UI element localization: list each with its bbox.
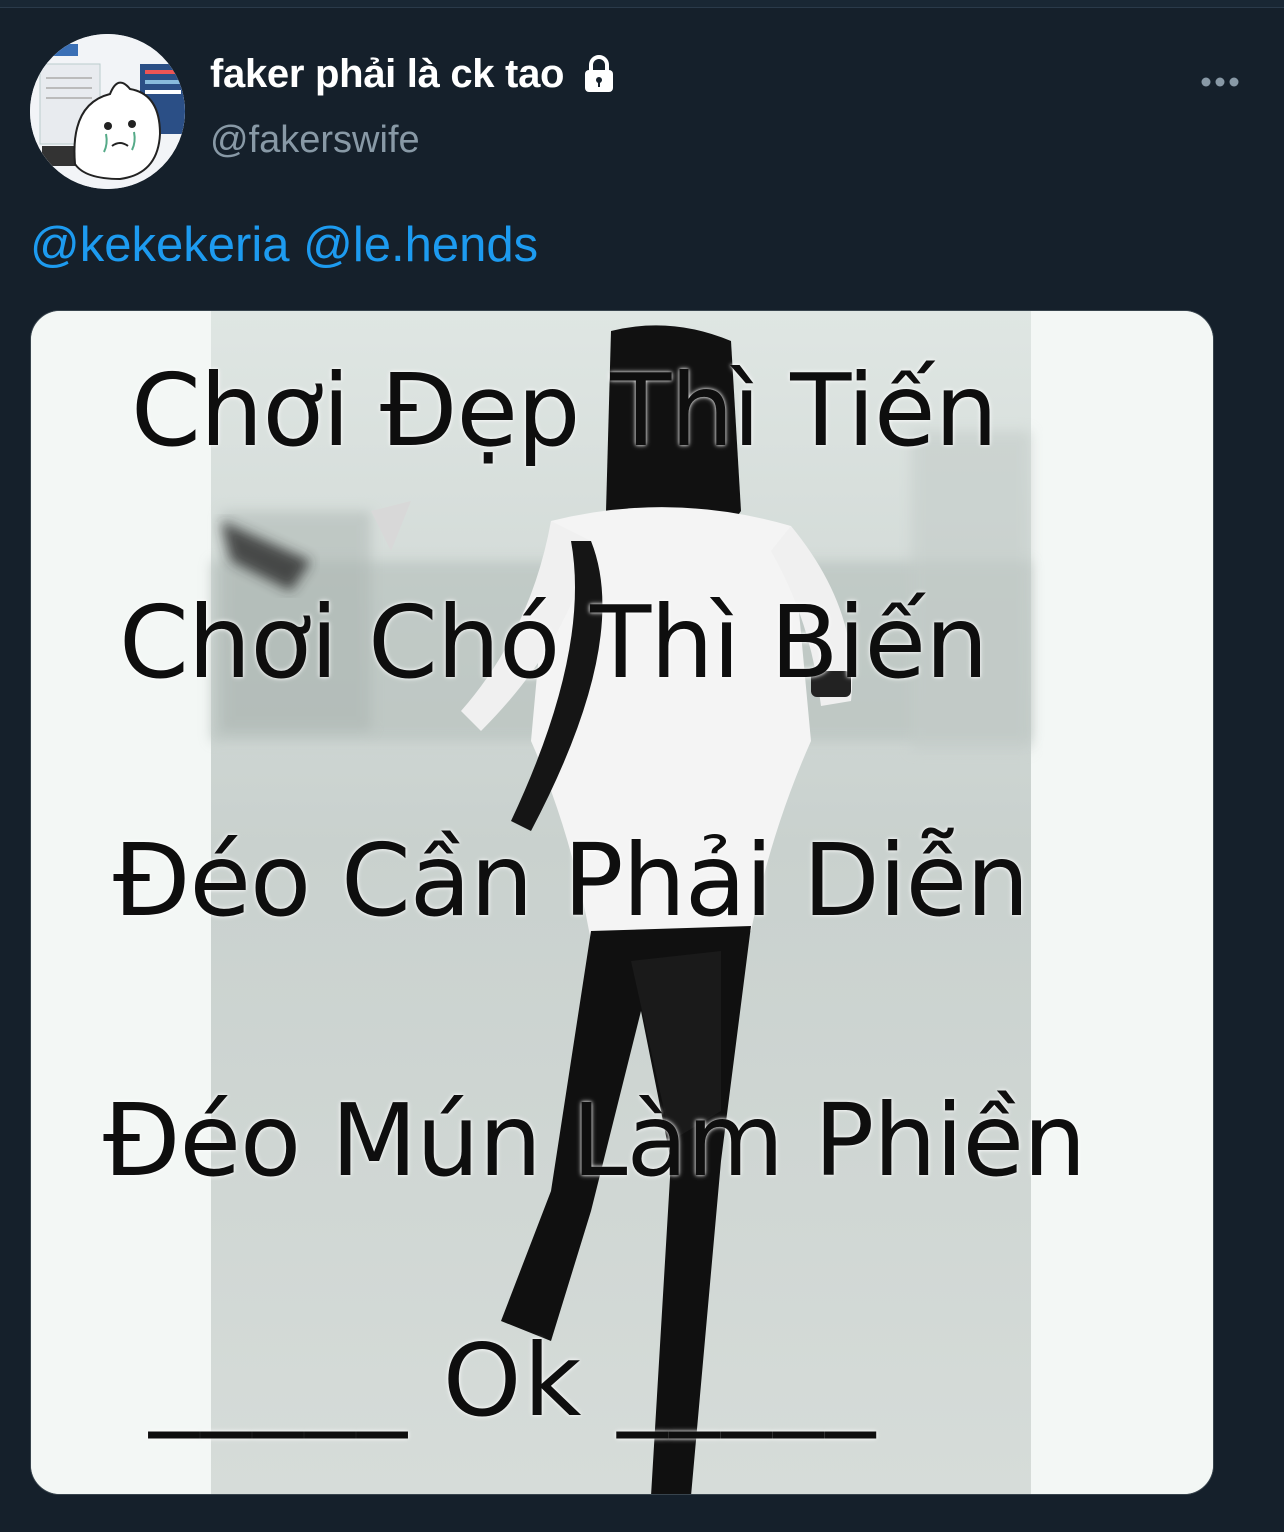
avatar-image [30,34,185,189]
avatar[interactable] [30,34,185,189]
tweet: faker phải là ck tao @fakerswife @kekeke… [0,0,1284,1532]
user-handle[interactable]: @fakerswife [210,116,420,164]
meme-caption-line-3: Đéo Cần Phải Diễn [113,822,1029,939]
meme-caption-line-4: Đéo Mún Làm Phiền [103,1082,1086,1199]
meme-caption-line-1: Chơi Đẹp Thì Tiến [131,352,998,469]
meme-caption-line-5: _____ Ok _____ [149,1322,878,1439]
more-options-icon[interactable] [1196,62,1244,102]
meme-caption-line-2: Chơi Chó Thì Biến [119,584,988,701]
tweet-text: @kekekeria @le.hends [30,214,538,276]
mention-link[interactable]: @le.hends [303,218,538,272]
display-name[interactable]: faker phải là ck tao [210,50,564,98]
user-header: faker phải là ck tao [210,50,621,98]
mention-link[interactable]: @kekekeria [30,218,289,272]
top-divider [0,0,1284,8]
lock-icon [577,52,621,96]
tweet-media-image[interactable]: Chơi Đẹp Thì Tiến Chơi Chó Thì Biến Đéo … [30,310,1214,1495]
